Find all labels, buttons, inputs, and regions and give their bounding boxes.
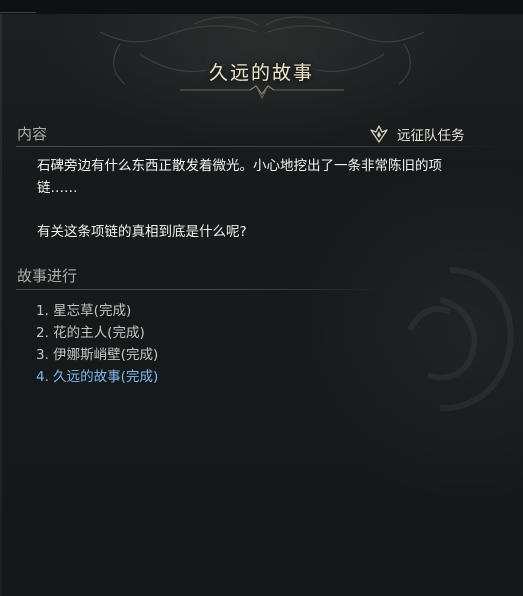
top-strip bbox=[0, 0, 523, 14]
quest-description-paragraph-2: 有关这条项链的真相到底是什么呢? bbox=[37, 224, 247, 240]
progress-item-2: 2. 花的主人(完成) bbox=[36, 325, 145, 341]
progress-item-3: 3. 伊娜斯峭壁(完成) bbox=[36, 347, 159, 363]
top-strip-divider bbox=[0, 12, 36, 13]
background-emblem-icon bbox=[407, 267, 514, 412]
description-line-1: 石碑旁边有什么东西正散发着微光。小心地挖出了一条非常陈旧的项 bbox=[37, 158, 442, 174]
quest-title: 久远的故事 bbox=[208, 62, 314, 84]
progress-item-1: 1. 星忘草(完成) bbox=[36, 303, 132, 319]
story-progress-list: 1. 星忘草(完成) 2. 花的主人(完成) 3. 伊娜斯峭壁(完成) 4. 久… bbox=[36, 300, 158, 388]
expedition-quest-badge: 远征队任务 bbox=[369, 123, 465, 145]
description-line-2: 链…… bbox=[37, 180, 78, 196]
quest-description-paragraph-1: 石碑旁边有什么东西正散发着微光。小心地挖出了一条非常陈旧的项 链…… bbox=[37, 155, 477, 199]
expedition-quest-label: 远征队任务 bbox=[397, 128, 465, 144]
progress-item-4-current: 4. 久远的故事(完成) bbox=[36, 369, 159, 385]
expedition-emblem-icon bbox=[370, 125, 388, 143]
content-section-divider bbox=[16, 146, 506, 147]
content-section-label: 内容 bbox=[17, 125, 48, 143]
progress-section-divider bbox=[16, 289, 386, 290]
progress-section-label: 故事进行 bbox=[17, 267, 78, 285]
quest-detail-panel: 久远的故事 内容 远征队任务 石碑旁边有什么东西正散发着微光。小心地挖出了一条非… bbox=[0, 0, 523, 596]
